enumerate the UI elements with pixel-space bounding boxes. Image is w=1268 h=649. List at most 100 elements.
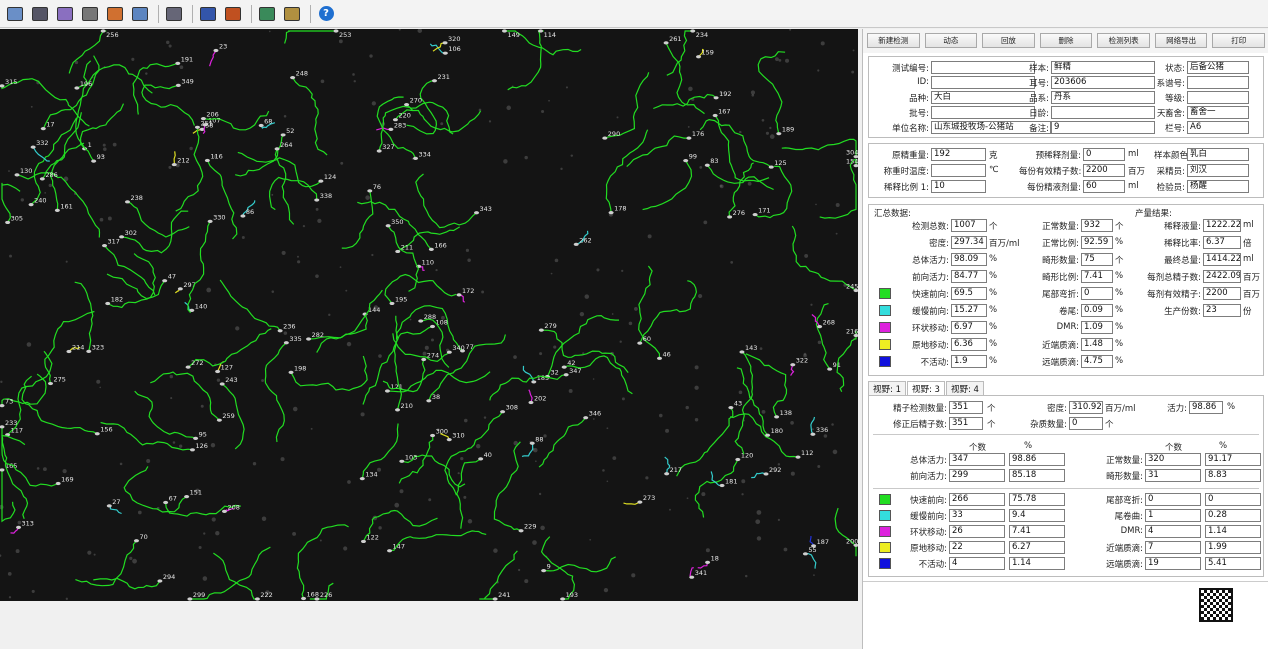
info-field[interactable]: 后备公猪 bbox=[1187, 61, 1249, 74]
impurity-field[interactable]: 0 bbox=[1069, 417, 1103, 430]
field-value[interactable]: 1.99 bbox=[1205, 541, 1261, 554]
field-value[interactable]: 33 bbox=[949, 509, 1005, 522]
field-value[interactable]: 31 bbox=[1145, 469, 1201, 482]
analysis-button[interactable] bbox=[256, 4, 278, 24]
field-value[interactable]: 1.14 bbox=[1009, 557, 1065, 570]
field-value[interactable]: 1.14 bbox=[1205, 525, 1261, 538]
help-button[interactable]: ? bbox=[315, 4, 337, 24]
motility-field[interactable]: 98.86 bbox=[1189, 401, 1223, 414]
production-field[interactable]: 1414.22 bbox=[1203, 253, 1241, 266]
test-list-button[interactable]: 检测列表 bbox=[1097, 33, 1150, 48]
summary-field[interactable]: 15.27 bbox=[951, 304, 987, 317]
count-field[interactable]: 351 bbox=[949, 401, 983, 414]
info-field[interactable]: 畜舍一 bbox=[1187, 106, 1249, 119]
summary-field[interactable]: 69.5 bbox=[951, 287, 987, 300]
field-value[interactable]: 22 bbox=[949, 541, 1005, 554]
field-value[interactable]: 8.83 bbox=[1205, 469, 1261, 482]
debris-speck bbox=[777, 518, 781, 521]
field-value[interactable]: 98.86 bbox=[1009, 453, 1065, 466]
field-value[interactable]: 0 bbox=[1145, 493, 1201, 506]
report-button[interactable] bbox=[104, 4, 126, 24]
tab-field-2[interactable]: 视野: 4 bbox=[945, 381, 984, 395]
summary-field[interactable]: 6.36 bbox=[951, 338, 987, 351]
summary-field[interactable]: 1.9 bbox=[951, 355, 987, 368]
summary-field[interactable]: 0 bbox=[1081, 287, 1113, 300]
info-field[interactable] bbox=[1187, 76, 1249, 89]
field-value[interactable]: 26 bbox=[949, 525, 1005, 538]
field-value[interactable]: 85.18 bbox=[1009, 469, 1065, 482]
sample-field[interactable]: 10 bbox=[931, 180, 986, 193]
sample-field[interactable]: 杨醒 bbox=[1187, 180, 1249, 193]
color-button[interactable] bbox=[197, 4, 219, 24]
field-value[interactable]: 347 bbox=[949, 453, 1005, 466]
corrected-field[interactable]: 351 bbox=[949, 417, 983, 430]
summary-field[interactable]: 7.41 bbox=[1081, 270, 1113, 283]
print-button[interactable]: 打印 bbox=[1212, 33, 1266, 48]
field-value[interactable]: 7.41 bbox=[1009, 525, 1065, 538]
summary-field[interactable]: 1.09 bbox=[1081, 321, 1113, 334]
info-field[interactable]: 丹系 bbox=[1051, 91, 1155, 104]
sample-field[interactable]: 2200 bbox=[1083, 164, 1125, 177]
sample-field[interactable] bbox=[931, 164, 986, 177]
tab-field-1[interactable]: 视野: 3 bbox=[906, 381, 945, 395]
production-field[interactable]: 2200 bbox=[1203, 287, 1241, 300]
summary-field[interactable]: 932 bbox=[1081, 219, 1113, 232]
info-field[interactable]: 203606 bbox=[1051, 76, 1155, 89]
info-field[interactable] bbox=[1051, 106, 1155, 119]
network-export-button[interactable]: 网络导出 bbox=[1154, 33, 1208, 48]
production-field[interactable]: 23 bbox=[1203, 304, 1241, 317]
info-field[interactable]: 9 bbox=[1051, 121, 1155, 134]
summary-field[interactable]: 6.97 bbox=[951, 321, 987, 334]
summary-field[interactable]: 98.09 bbox=[951, 253, 987, 266]
field-value[interactable]: 0 bbox=[1205, 493, 1261, 506]
summary-field[interactable]: 1.48 bbox=[1081, 338, 1113, 351]
field-value[interactable]: 299 bbox=[949, 469, 1005, 482]
field-value[interactable]: 266 bbox=[949, 493, 1005, 506]
grid-button[interactable] bbox=[163, 4, 185, 24]
summary-field[interactable]: 84.77 bbox=[951, 270, 987, 283]
info-field[interactable]: A6 bbox=[1187, 121, 1249, 134]
sample-field[interactable]: 乳白 bbox=[1187, 148, 1249, 161]
field-value[interactable]: 5.41 bbox=[1205, 557, 1261, 570]
field-value[interactable]: 1 bbox=[1145, 509, 1201, 522]
summary-field[interactable]: 0.09 bbox=[1081, 304, 1113, 317]
summary-field[interactable]: 1007 bbox=[951, 219, 987, 232]
sample-field[interactable]: 192 bbox=[931, 148, 986, 161]
table-button[interactable] bbox=[129, 4, 151, 24]
info-field[interactable] bbox=[1187, 91, 1249, 104]
field-value[interactable]: 9.4 bbox=[1009, 509, 1065, 522]
field-value[interactable]: 6.27 bbox=[1009, 541, 1065, 554]
production-field[interactable]: 6.37 bbox=[1203, 236, 1241, 249]
zoom-button[interactable] bbox=[79, 4, 101, 24]
capture-button[interactable] bbox=[222, 4, 244, 24]
live-view-button[interactable] bbox=[29, 4, 51, 24]
field-value[interactable]: 320 bbox=[1145, 453, 1201, 466]
summary-field[interactable]: 297.34 bbox=[951, 236, 987, 249]
field-value[interactable]: 19 bbox=[1145, 557, 1201, 570]
field-value[interactable]: 75.78 bbox=[1009, 493, 1065, 506]
info-field[interactable]: 鲜精 bbox=[1051, 61, 1155, 74]
replay-button[interactable]: 回放 bbox=[982, 33, 1035, 48]
review-button[interactable] bbox=[54, 4, 76, 24]
new-test-button[interactable] bbox=[4, 4, 26, 24]
field-value[interactable]: 0.28 bbox=[1205, 509, 1261, 522]
field-value[interactable]: 91.17 bbox=[1205, 453, 1261, 466]
new-test-button[interactable]: 新建检测 bbox=[867, 33, 920, 48]
field-value[interactable]: 4 bbox=[949, 557, 1005, 570]
sample-field[interactable]: 60 bbox=[1083, 180, 1125, 193]
summary-field[interactable]: 92.59 bbox=[1081, 236, 1113, 249]
microscope-view[interactable]: 1 9 17 18 23 27 32 38 40 42 43 46 47 52 55 58 60 67 68 70 73… bbox=[0, 29, 858, 601]
delete-button[interactable]: 删除 bbox=[1039, 33, 1093, 48]
production-field[interactable]: 2422.09 bbox=[1203, 270, 1241, 283]
tab-field-0[interactable]: 视野: 1 bbox=[868, 381, 906, 395]
settings-button[interactable] bbox=[281, 4, 303, 24]
production-field[interactable]: 1222.22 bbox=[1203, 219, 1241, 232]
field-value[interactable]: 4 bbox=[1145, 525, 1201, 538]
sample-field[interactable]: 0 bbox=[1083, 148, 1125, 161]
density-field[interactable]: 310.92 bbox=[1069, 401, 1103, 414]
sample-field[interactable]: 刘汉 bbox=[1187, 164, 1249, 177]
live-button[interactable]: 动态 bbox=[924, 33, 978, 48]
field-value[interactable]: 7 bbox=[1145, 541, 1201, 554]
summary-field[interactable]: 75 bbox=[1081, 253, 1113, 266]
summary-field[interactable]: 4.75 bbox=[1081, 355, 1113, 368]
